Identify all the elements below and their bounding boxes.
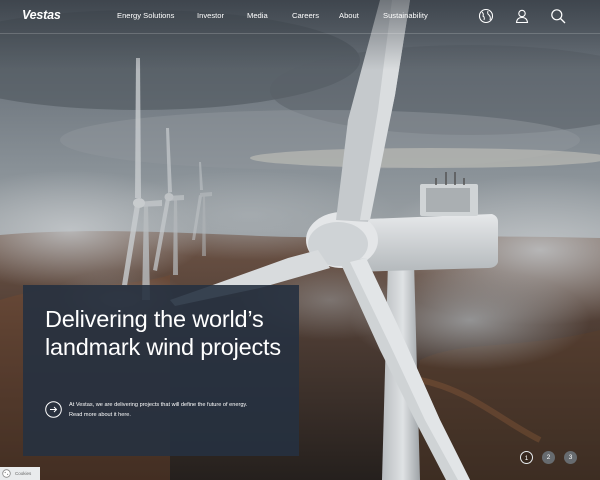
cookie-icon xyxy=(2,469,11,478)
nav-item-sustainability[interactable]: Sustainability xyxy=(383,11,428,20)
nav-item-energy-solutions[interactable]: Energy Solutions xyxy=(117,11,174,20)
cookies-button[interactable]: Cookies xyxy=(0,467,40,480)
page: Vestas Energy Solutions Investor Media C… xyxy=(0,0,600,480)
top-navigation-bar: Vestas Energy Solutions Investor Media C… xyxy=(0,0,600,34)
nav-item-investor[interactable]: Investor xyxy=(197,11,224,20)
hero-card: Delivering the world’s landmark wind pro… xyxy=(23,285,299,456)
carousel-dot-1[interactable]: 1 xyxy=(520,451,533,464)
cookies-label: Cookies xyxy=(15,471,32,476)
carousel-dot-3[interactable]: 3 xyxy=(564,451,577,464)
globe-icon[interactable] xyxy=(478,8,494,24)
arrow-right-circle-icon[interactable] xyxy=(45,401,62,418)
carousel-dot-2[interactable]: 2 xyxy=(542,451,555,464)
nav-item-media[interactable]: Media xyxy=(247,11,268,20)
user-icon[interactable] xyxy=(514,8,530,24)
hero-title: Delivering the world’s landmark wind pro… xyxy=(45,306,281,360)
vestas-logo[interactable]: Vestas xyxy=(22,8,61,22)
nav-item-about[interactable]: About xyxy=(339,11,359,20)
search-icon[interactable] xyxy=(550,8,566,24)
nav-item-careers[interactable]: Careers xyxy=(292,11,319,20)
hero-description[interactable]: At Vestas, we are delivering projects th… xyxy=(69,400,249,420)
